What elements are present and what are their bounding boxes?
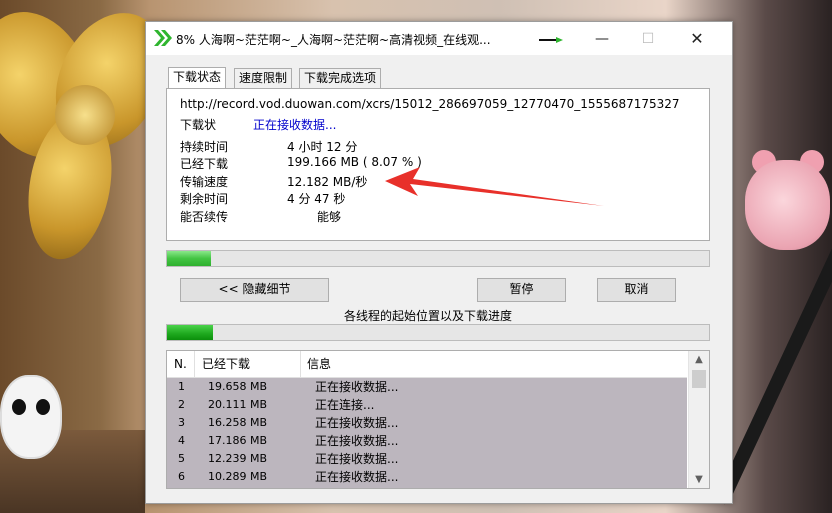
title-bar[interactable]: 8% 人海啊~茫茫啊~_人海啊~茫茫啊~高清视频_在线观... — ☐ ✕ — [146, 22, 732, 55]
scroll-up-icon[interactable]: ▲ — [689, 351, 709, 368]
overall-progress-fill — [167, 251, 211, 266]
column-header-downloaded[interactable]: 已经下载 — [195, 351, 301, 377]
pause-button[interactable]: 暂停 — [477, 278, 566, 302]
threads-progress-bar — [166, 324, 710, 341]
tab-completion-options[interactable]: 下载完成选项 — [299, 68, 382, 88]
maximize-button[interactable]: ☐ — [625, 22, 671, 55]
table-row[interactable]: 1 19.658 MB 正在接收数据... — [167, 378, 687, 396]
table-row[interactable]: 6 10.289 MB 正在接收数据... — [167, 468, 687, 486]
vertical-scrollbar[interactable]: ▲ ▼ — [688, 351, 709, 488]
app-logo-icon — [154, 30, 172, 46]
remaining-value: 4 分 47 秒 — [287, 192, 346, 206]
thread-downloaded: 19.658 MB — [208, 380, 268, 393]
gold-bow-knot — [55, 85, 115, 145]
thread-number: 6 — [178, 470, 185, 483]
status-label: 下载状 — [180, 118, 217, 132]
close-button[interactable]: ✕ — [674, 22, 720, 55]
tab-speed-limit[interactable]: 速度限制 — [234, 68, 293, 88]
window-title: 8% 人海啊~茫茫啊~_人海啊~茫茫啊~高清视频_在线观... — [176, 33, 491, 47]
threads-progress-fill — [167, 325, 214, 340]
thread-downloaded: 20.111 MB — [208, 398, 268, 411]
thread-number: 3 — [178, 416, 185, 429]
overall-progress-bar — [166, 250, 710, 267]
thread-list-header: N. 已经下载 信息 — [167, 351, 687, 378]
resume-value: 能够 — [317, 210, 342, 224]
thread-downloaded: 17.186 MB — [208, 434, 268, 447]
thread-info: 正在接收数据... — [315, 416, 399, 430]
thread-info: 正在接收数据... — [315, 434, 399, 448]
thread-number: 5 — [178, 452, 185, 465]
thread-number: 1 — [178, 380, 185, 393]
panda-plush — [0, 375, 62, 459]
downloaded-label: 已经下载 — [180, 157, 229, 171]
resume-label: 能否续传 — [180, 210, 229, 224]
table-row[interactable]: 3 16.258 MB 正在接收数据... — [167, 414, 687, 432]
duration-value: 4 小时 12 分 — [287, 140, 358, 154]
column-header-info[interactable]: 信息 — [300, 351, 687, 377]
table-row[interactable]: 2 20.111 MB 正在连接... — [167, 396, 687, 414]
remaining-label: 剩余时间 — [180, 192, 229, 206]
status-value: 正在接收数据... — [253, 118, 337, 132]
panda-eye — [36, 399, 50, 415]
thread-downloaded: 10.289 MB — [208, 470, 268, 483]
duration-label: 持续时间 — [180, 140, 229, 154]
speed-value: 12.182 MB/秒 — [287, 175, 368, 189]
thread-downloaded: 12.239 MB — [208, 452, 268, 465]
panda-eye — [12, 399, 26, 415]
status-panel: http://record.vod.duowan.com/xcrs/15012_… — [166, 88, 710, 241]
thread-caption: 各线程的起始位置以及下载进度 — [344, 309, 513, 323]
thread-info: 正在接收数据... — [315, 452, 399, 466]
speed-label: 传输速度 — [180, 175, 229, 189]
thread-info: 正在接收数据... — [315, 380, 399, 394]
table-row[interactable]: 4 17.186 MB 正在接收数据... — [167, 432, 687, 450]
cancel-button[interactable]: 取消 — [597, 278, 676, 302]
hide-details-button[interactable]: << 隐藏细节 — [180, 278, 329, 302]
scroll-thumb[interactable] — [692, 370, 706, 388]
thread-number: 2 — [178, 398, 185, 411]
pig-plush — [745, 160, 830, 250]
thread-downloaded: 16.258 MB — [208, 416, 268, 429]
thread-list[interactable]: N. 已经下载 信息 1 19.658 MB 正在接收数据... 2 20.11… — [166, 350, 710, 489]
download-url: http://record.vod.duowan.com/xcrs/15012_… — [180, 97, 680, 111]
arrow-right-icon — [539, 37, 563, 43]
table-row[interactable]: 5 12.239 MB 正在接收数据... — [167, 450, 687, 468]
scroll-down-icon[interactable]: ▼ — [689, 471, 709, 488]
minimize-button[interactable]: — — [579, 22, 625, 55]
download-window: 8% 人海啊~茫茫啊~_人海啊~茫茫啊~高清视频_在线观... — ☐ ✕ 下载… — [145, 21, 733, 504]
thread-info: 正在连接... — [315, 398, 375, 412]
tab-download-status[interactable]: 下载状态 — [168, 67, 227, 88]
thread-info: 正在接收数据... — [315, 470, 399, 484]
downloaded-value: 199.166 MB ( 8.07 % ) — [287, 155, 422, 169]
column-header-number[interactable]: N. — [167, 351, 195, 377]
thread-number: 4 — [178, 434, 185, 447]
thread-rows: 1 19.658 MB 正在接收数据... 2 20.111 MB 正在连接..… — [167, 378, 687, 488]
